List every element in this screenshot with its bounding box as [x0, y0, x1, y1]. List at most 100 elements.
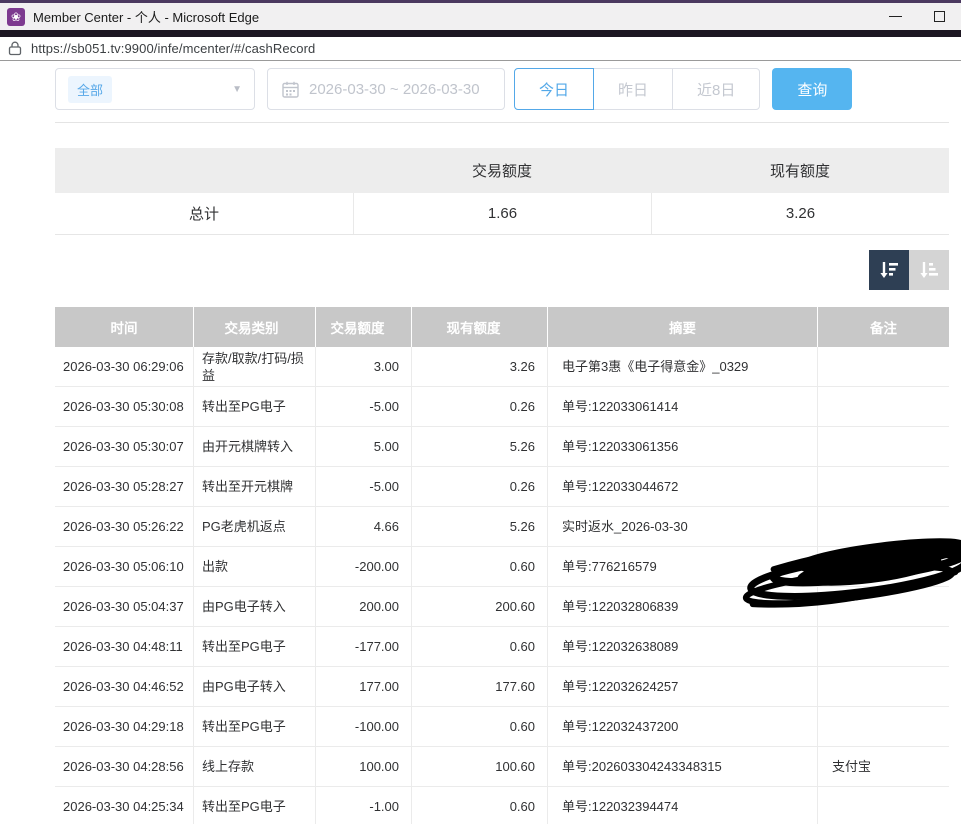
table-header-row: 时间交易类别交易额度现有额度摘要备注 [55, 307, 949, 347]
table-body: 2026-03-30 06:29:06存款/取款/打码/损益3.003.26电子… [55, 347, 949, 824]
table-cell: 单号:122033044672 [547, 467, 817, 506]
maximize-icon [934, 11, 945, 22]
table-row: 2026-03-30 05:26:22PG老虎机返点4.665.26实时返水_2… [55, 507, 949, 547]
column-header-4: 摘要 [547, 307, 817, 347]
table-row: 2026-03-30 04:25:34转出至PG电子-1.000.60单号:12… [55, 787, 949, 824]
column-header-0: 时间 [55, 307, 193, 347]
table-cell: -5.00 [315, 467, 411, 506]
table-cell: 200.00 [315, 587, 411, 626]
table-cell: 2026-03-30 04:28:56 [55, 747, 193, 786]
quick-date-button-group: 今日昨日近8日 [514, 68, 760, 110]
table-cell: 0.60 [411, 707, 547, 746]
column-header-5: 备注 [817, 307, 949, 347]
table-cell: 由PG电子转入 [193, 587, 315, 626]
summary-header-cell: 现有额度 [651, 148, 949, 193]
sort-ascending-button[interactable] [909, 250, 949, 290]
quick-date-button-1[interactable]: 昨日 [593, 68, 673, 110]
table-row: 2026-03-30 05:06:10出款-200.000.60单号:77621… [55, 547, 949, 587]
table-cell: 177.00 [315, 667, 411, 706]
table-cell: 5.26 [411, 427, 547, 466]
table-cell [817, 547, 949, 586]
table-cell: 3.26 [411, 347, 547, 386]
table-cell: 4.66 [315, 507, 411, 546]
site-favicon-icon: ❀ [7, 8, 25, 26]
sort-toolbar [869, 250, 949, 290]
transaction-type-select[interactable]: 全部 ▼ [55, 68, 255, 110]
table-cell: 0.26 [411, 387, 547, 426]
column-header-3: 现有额度 [411, 307, 547, 347]
table-cell [817, 347, 949, 386]
quick-date-button-0[interactable]: 今日 [514, 68, 594, 110]
table-cell: 单号:122033061356 [547, 427, 817, 466]
table-cell [817, 707, 949, 746]
table-cell: 单号:122032638089 [547, 627, 817, 666]
table-cell: 转出至开元棋牌 [193, 467, 315, 506]
table-cell: -200.00 [315, 547, 411, 586]
window-title: Member Center - 个人 - Microsoft Edge [33, 7, 259, 26]
address-bar[interactable]: https://sb051.tv:9900/infe/mcenter/#/cas… [0, 37, 961, 61]
minimize-icon [889, 16, 902, 17]
table-cell: 单号:122032437200 [547, 707, 817, 746]
table-cell: 实时返水_2026-03-30 [547, 507, 817, 546]
table-cell: 2026-03-30 05:30:07 [55, 427, 193, 466]
search-button[interactable]: 查询 [772, 68, 852, 110]
table-cell: 2026-03-30 06:29:06 [55, 347, 193, 386]
table-cell: 2026-03-30 05:06:10 [55, 547, 193, 586]
chevron-down-icon: ▼ [232, 84, 242, 95]
sort-descending-button[interactable] [869, 250, 909, 290]
summary-table: 交易额度现有额度 总计1.663.26 [55, 148, 949, 235]
table-cell: -177.00 [315, 627, 411, 666]
minimize-button[interactable] [873, 3, 917, 30]
table-cell: 100.60 [411, 747, 547, 786]
selected-type-tag[interactable]: 全部 [68, 76, 112, 103]
table-cell: 0.60 [411, 787, 547, 824]
date-range-input[interactable]: 2026-03-30 ~ 2026-03-30 [267, 68, 505, 110]
table-cell: 2026-03-30 04:29:18 [55, 707, 193, 746]
url-text[interactable]: https://sb051.tv:9900/infe/mcenter/#/cas… [31, 41, 315, 56]
table-cell: 0.60 [411, 627, 547, 666]
table-row: 2026-03-30 04:29:18转出至PG电子-100.000.60单号:… [55, 707, 949, 747]
toolbar-divider [55, 122, 949, 123]
table-row: 2026-03-30 04:28:56线上存款100.00100.60单号:20… [55, 747, 949, 787]
maximize-button[interactable] [917, 3, 961, 30]
table-cell: 由PG电子转入 [193, 667, 315, 706]
table-cell: 出款 [193, 547, 315, 586]
table-cell [817, 787, 949, 824]
table-cell: PG老虎机返点 [193, 507, 315, 546]
table-cell [817, 667, 949, 706]
table-cell: 2026-03-30 04:46:52 [55, 667, 193, 706]
table-cell: 单号:122033061414 [547, 387, 817, 426]
table-cell: 2026-03-30 05:30:08 [55, 387, 193, 426]
table-cell: -5.00 [315, 387, 411, 426]
summary-header-cell: 交易额度 [353, 148, 651, 193]
table-cell: 转出至PG电子 [193, 387, 315, 426]
summary-total-row: 总计1.663.26 [55, 193, 949, 235]
table-cell: 5.26 [411, 507, 547, 546]
summary-header-cell [55, 148, 353, 193]
summary-value-cell: 总计 [55, 193, 353, 234]
table-cell: 单号:122032806839 [547, 587, 817, 626]
table-cell: 5.00 [315, 427, 411, 466]
table-cell: 转出至PG电子 [193, 787, 315, 824]
table-cell: 单号:776216579 [547, 547, 817, 586]
table-cell: 200.60 [411, 587, 547, 626]
table-row: 2026-03-30 05:28:27转出至开元棋牌-5.000.26单号:12… [55, 467, 949, 507]
summary-header-row: 交易额度现有额度 [55, 148, 949, 193]
date-range-value: 2026-03-30 ~ 2026-03-30 [309, 81, 480, 98]
table-cell: 100.00 [315, 747, 411, 786]
sort-ascending-icon [917, 258, 941, 282]
table-row: 2026-03-30 04:48:11转出至PG电子-177.000.60单号:… [55, 627, 949, 667]
table-cell: 由开元棋牌转入 [193, 427, 315, 466]
table-cell [817, 627, 949, 666]
table-row: 2026-03-30 06:29:06存款/取款/打码/损益3.003.26电子… [55, 347, 949, 387]
calendar-icon [282, 81, 299, 98]
table-cell: 2026-03-30 04:25:34 [55, 787, 193, 824]
table-row: 2026-03-30 04:46:52由PG电子转入177.00177.60单号… [55, 667, 949, 707]
table-cell: 转出至PG电子 [193, 627, 315, 666]
lock-icon[interactable] [8, 41, 22, 56]
table-cell [817, 387, 949, 426]
table-row: 2026-03-30 05:30:07由开元棋牌转入5.005.26单号:122… [55, 427, 949, 467]
table-cell: 0.26 [411, 467, 547, 506]
quick-date-button-2[interactable]: 近8日 [672, 68, 760, 110]
window-titlebar[interactable]: ❀ Member Center - 个人 - Microsoft Edge [0, 3, 961, 30]
